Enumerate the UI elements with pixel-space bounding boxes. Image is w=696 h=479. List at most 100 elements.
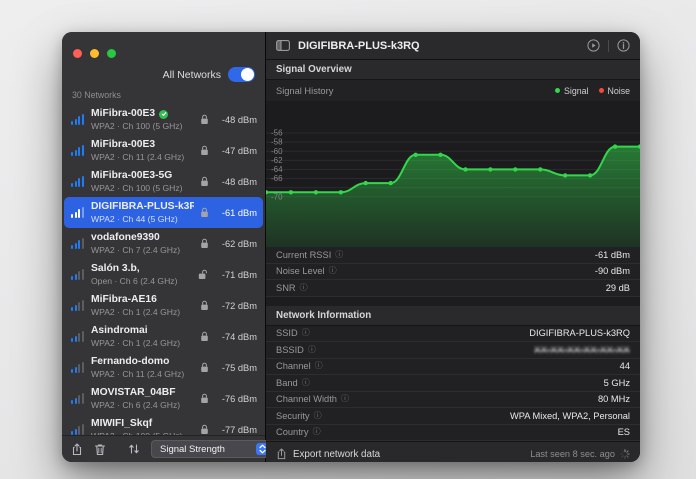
wifi-signal-icon — [70, 207, 85, 218]
row-value: 5 GHz — [603, 377, 630, 388]
signal-history-label: Signal History — [276, 85, 334, 96]
info-icon[interactable]: ⓘ — [335, 250, 343, 259]
legend-noise-label: Noise — [607, 85, 631, 96]
network-count-label: 30 Networks — [72, 90, 121, 100]
network-rssi: -74 dBm — [221, 331, 257, 342]
zoom-window-button[interactable] — [107, 48, 116, 58]
network-right: -48 dBm — [200, 176, 257, 187]
row-value: 44 — [619, 361, 630, 372]
network-rssi: -72 dBm — [221, 300, 257, 311]
last-seen-text: Last seen 8 sec. ago — [530, 449, 615, 459]
network-text: Fernando-domo WPA2 · Ch 11 (2.4 GHz) — [91, 356, 194, 379]
row-label-text: Noise Level — [276, 266, 325, 277]
row-value: 29 dB — [605, 282, 630, 293]
network-right: -75 dBm — [200, 362, 257, 373]
network-list-item[interactable]: MiFibra-00E3 WPA2 · Ch 11 (2.4 GHz) -47 … — [64, 135, 263, 166]
lock-icon — [201, 393, 208, 403]
svg-text:-56: -56 — [271, 129, 283, 138]
row-label-text: Band — [276, 377, 298, 388]
info-icon[interactable]: ⓘ — [329, 267, 337, 275]
info-icon[interactable]: ⓘ — [315, 362, 323, 370]
svg-text:-70: -70 — [271, 192, 283, 201]
network-list-item[interactable]: MiFibra-00E3-5G WPA2 · Ch 100 (5 GHz) -4… — [64, 166, 263, 197]
info-section: SSID ⓘ DIGIFIBRA-PLUS-k3RQ BSSID ⓘ XX:XX… — [266, 325, 640, 441]
key-value-row: SSID ⓘ DIGIFIBRA-PLUS-k3RQ — [266, 325, 640, 342]
svg-text:-66: -66 — [271, 174, 283, 183]
info-icon[interactable]: ⓘ — [314, 411, 322, 420]
network-list-item[interactable]: MiFibra-00E3 WPA2 · Ch 100 (5 GHz) -48 d… — [64, 104, 263, 135]
network-list-item[interactable]: Fernando-domo WPA2 · Ch 11 (2.4 GHz) -75… — [64, 352, 263, 383]
export-network-data-button[interactable]: Export network data — [293, 449, 380, 460]
share-icon[interactable] — [71, 442, 83, 456]
wifi-signal-icon — [70, 393, 85, 404]
minimize-window-button[interactable] — [90, 48, 99, 58]
network-list: MiFibra-00E3 WPA2 · Ch 100 (5 GHz) -48 d… — [62, 104, 265, 435]
signal-history-chart-area: -56 -58 -60 -62 -64 -66 -70 — [266, 101, 640, 247]
network-name: MiFibra-00E3-5G — [91, 170, 173, 181]
wifi-signal-icon — [70, 176, 85, 187]
svg-text:-64: -64 — [271, 165, 283, 174]
network-rssi: -75 dBm — [221, 362, 257, 373]
lock-icon — [201, 300, 208, 310]
network-name-row: MIWIFI_Skqf — [91, 418, 194, 430]
info-circle-icon[interactable] — [617, 39, 630, 52]
signal-history-row: Signal History Signal Noise — [266, 80, 640, 101]
network-name: MIWIFI_Skqf — [91, 418, 153, 429]
sort-direction-icon[interactable] — [128, 443, 140, 455]
wifi-signal-icon — [70, 238, 85, 249]
lock-icon — [201, 207, 208, 217]
row-label-text: Country — [276, 427, 309, 438]
row-label: Band ⓘ — [276, 378, 310, 388]
network-name-row: DIGIFIBRA-PLUS-k3RQ — [91, 201, 194, 213]
row-label: Channel Width ⓘ — [276, 394, 349, 404]
network-right: -61 dBm — [200, 207, 257, 218]
network-name-row: Asindromai — [91, 325, 194, 337]
close-window-button[interactable] — [73, 48, 82, 58]
row-label: Current RSSI ⓘ — [276, 250, 343, 260]
sidebar-toggle-icon[interactable] — [276, 40, 290, 51]
network-name-row: MiFibra-AE16 — [91, 294, 194, 306]
network-information-section-header: Network Information — [266, 305, 640, 326]
network-list-item[interactable]: MIWIFI_Skqf WPA2 · Ch 100 (5 GHz) -77 dB… — [64, 414, 263, 435]
row-label: Security ⓘ — [276, 411, 322, 421]
all-networks-toggle[interactable] — [228, 67, 255, 82]
trash-icon[interactable] — [94, 443, 106, 456]
network-list-item[interactable]: DIGIFIBRA-PLUS-k3RQ WPA2 · Ch 44 (5 GHz)… — [64, 197, 263, 228]
network-list-item[interactable]: MOVISTAR_04BF WPA2 · Ch 6 (2.4 GHz) -76 … — [64, 383, 263, 414]
info-icon[interactable]: ⓘ — [300, 283, 308, 292]
key-value-row: Country ⓘ ES — [266, 424, 640, 441]
wifi-signal-icon — [70, 362, 85, 373]
network-list-item[interactable]: Asindromai WPA2 · Ch 1 (2.4 GHz) -74 dBm — [64, 321, 263, 352]
stats-section: Current RSSI ⓘ -61 dBm Noise Level ⓘ -90… — [266, 247, 640, 297]
network-text: MiFibra-00E3 WPA2 · Ch 11 (2.4 GHz) — [91, 139, 194, 162]
network-list-item[interactable]: vodafone9390 WPA2 · Ch 7 (2.4 GHz) -62 d… — [64, 228, 263, 259]
key-value-row: Current RSSI ⓘ -61 dBm — [266, 247, 640, 264]
network-right: -47 dBm — [200, 145, 257, 156]
network-rssi: -48 dBm — [221, 176, 257, 187]
network-list-item[interactable]: Salón 3.b, Open · Ch 6 (2.4 GHz) -71 dBm — [64, 259, 263, 290]
window-titlebar — [62, 32, 265, 63]
network-text: Salón 3.b, Open · Ch 6 (2.4 GHz) — [91, 263, 192, 286]
info-icon[interactable]: ⓘ — [302, 378, 310, 387]
network-detail: WPA2 · Ch 11 (2.4 GHz) — [91, 369, 185, 379]
key-value-row: Band ⓘ 5 GHz — [266, 375, 640, 392]
row-value: -90 dBm — [594, 266, 630, 277]
sort-by-select[interactable]: Signal Strength — [151, 440, 271, 458]
network-detail: WPA2 · Ch 6 (2.4 GHz) — [91, 400, 181, 410]
signal-legend-dot-icon — [555, 88, 561, 93]
network-right: -77 dBm — [200, 424, 257, 435]
network-rssi: -76 dBm — [221, 393, 257, 404]
info-icon[interactable]: ⓘ — [308, 345, 316, 354]
network-name: DIGIFIBRA-PLUS-k3RQ — [91, 201, 194, 212]
info-icon[interactable]: ⓘ — [302, 329, 310, 337]
network-detail: WPA2 · Ch 1 (2.4 GHz) — [91, 307, 181, 317]
network-name-row: MOVISTAR_04BF — [91, 387, 194, 399]
info-icon[interactable]: ⓘ — [313, 428, 321, 436]
info-icon[interactable]: ⓘ — [341, 395, 349, 403]
network-detail: WPA2 · Ch 7 (2.4 GHz) — [91, 245, 181, 255]
detail-header: DIGIFIBRA-PLUS-k3RQ — [266, 32, 640, 60]
network-detail: WPA2 · Ch 100 (5 GHz) — [91, 121, 183, 131]
network-list-item[interactable]: MiFibra-AE16 WPA2 · Ch 1 (2.4 GHz) -72 d… — [64, 290, 263, 321]
play-circle-icon[interactable] — [587, 39, 600, 52]
svg-text:-62: -62 — [271, 156, 283, 165]
